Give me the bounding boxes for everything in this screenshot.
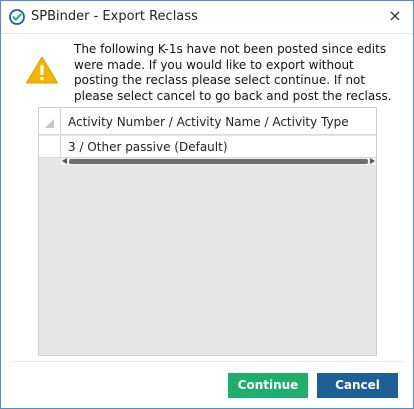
corner-triangle-icon — [45, 119, 54, 128]
row-cell-activity: 3 / Other passive (Default) — [68, 140, 228, 154]
grid-header: Activity Number / Activity Name / Activi… — [39, 108, 376, 135]
scroll-right-arrow-icon[interactable] — [370, 158, 375, 164]
scroll-left-arrow-icon[interactable] — [62, 158, 67, 164]
horizontal-scrollbar[interactable] — [61, 158, 376, 165]
column-header-activity[interactable]: Activity Number / Activity Name / Activi… — [68, 115, 349, 129]
continue-button[interactable]: Continue — [228, 373, 308, 398]
scroll-thumb[interactable] — [69, 159, 368, 164]
warning-triangle-icon — [26, 56, 58, 84]
title-bar[interactable]: SPBinder - Export Reclass × — [1, 1, 413, 34]
activity-grid: Activity Number / Activity Name / Activi… — [38, 107, 377, 356]
table-row[interactable]: 3 / Other passive (Default) — [39, 136, 376, 158]
select-all-corner[interactable] — [39, 108, 61, 135]
close-button[interactable]: × — [385, 6, 405, 26]
warning-message: The following K-1s have not been posted … — [74, 42, 392, 103]
cancel-button[interactable]: Cancel — [317, 373, 398, 398]
export-reclass-dialog: SPBinder - Export Reclass × The followin… — [0, 0, 414, 409]
check-badge-icon — [9, 9, 25, 25]
window-title: SPBinder - Export Reclass — [31, 9, 198, 24]
footer-divider — [12, 361, 403, 362]
row-selector[interactable] — [39, 136, 61, 158]
